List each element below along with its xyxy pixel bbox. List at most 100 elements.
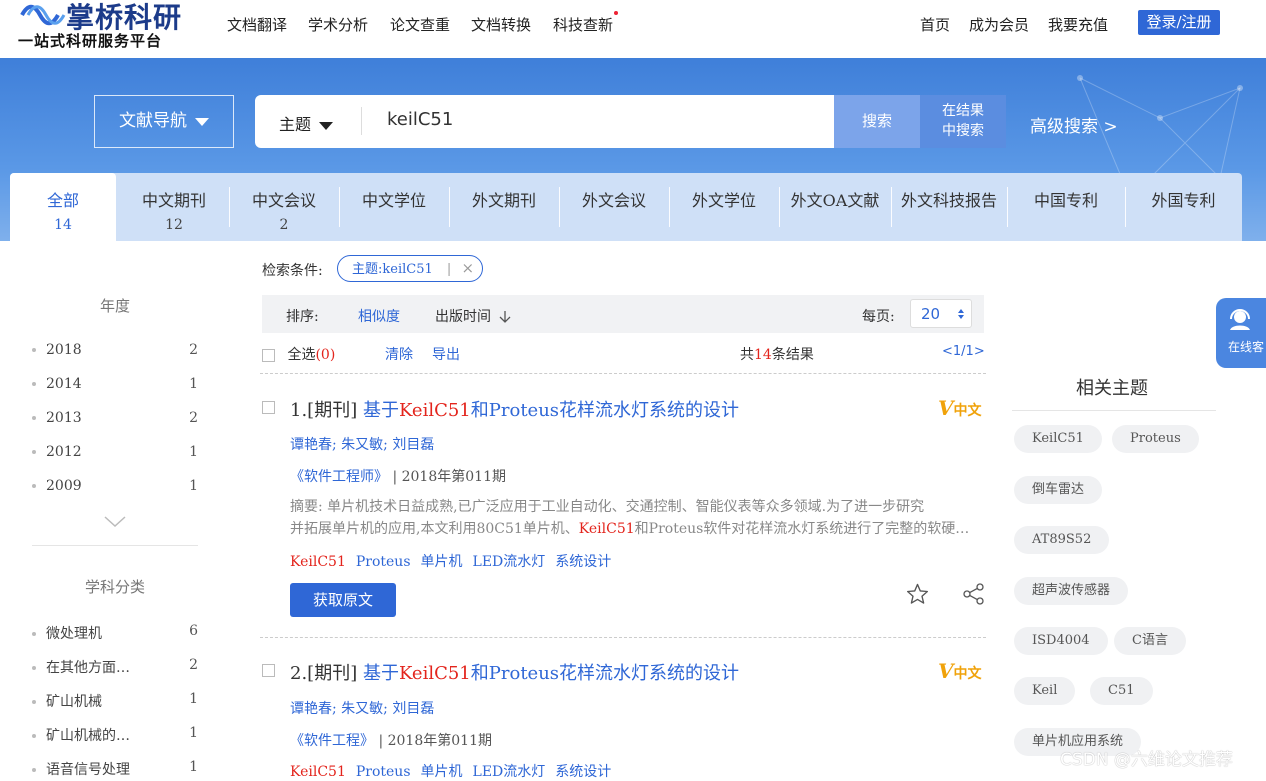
sort-by-relevance[interactable]: 相似度 bbox=[358, 306, 400, 326]
keyword-link[interactable]: 单片机 bbox=[421, 554, 463, 570]
close-icon[interactable]: × bbox=[461, 259, 474, 277]
related-tag[interactable]: Proteus bbox=[1112, 425, 1199, 453]
subject-filter-item[interactable]: 矿山机械的… 1 bbox=[32, 725, 202, 745]
subject-filter-item[interactable]: 语音信号处理 1 bbox=[32, 759, 202, 779]
tab-label: 中国专利 bbox=[1033, 191, 1098, 210]
caret-down-icon bbox=[319, 121, 334, 130]
clear-button[interactable]: 清除 bbox=[385, 344, 413, 364]
year-label: 2009 bbox=[46, 478, 82, 494]
bullet-icon bbox=[32, 632, 36, 636]
year-filter-item[interactable]: 2009 1 bbox=[32, 478, 202, 494]
get-fulltext-button[interactable]: 获取原文 bbox=[290, 583, 396, 617]
year-filter-item[interactable]: 2018 2 bbox=[32, 342, 202, 358]
tab-label: 外文会议 bbox=[581, 191, 646, 210]
tab-foreign-tech-report[interactable]: 外文科技报告 bbox=[891, 173, 1007, 241]
related-tag[interactable]: Keil bbox=[1014, 677, 1076, 705]
subject-filter-item[interactable]: 微处理机 6 bbox=[32, 623, 202, 643]
nav-novelty-search[interactable]: 科技查新 bbox=[553, 14, 613, 35]
related-tag[interactable]: C语言 bbox=[1114, 627, 1186, 655]
subject-heading: 学科分类 bbox=[85, 578, 146, 596]
keyword-link[interactable]: Proteus bbox=[356, 764, 411, 780]
sort-by-pubdate-label: 出版时间 bbox=[435, 309, 491, 325]
keyword-link[interactable]: 系统设计 bbox=[555, 554, 611, 570]
tab-all[interactable]: 全部 14 bbox=[10, 173, 116, 241]
keyword-link[interactable]: LED流水灯 bbox=[473, 554, 546, 570]
year-filter-item[interactable]: 2012 1 bbox=[32, 444, 202, 460]
keyword-link[interactable]: LED流水灯 bbox=[473, 764, 546, 780]
nav-doc-translate[interactable]: 文档翻译 bbox=[227, 14, 287, 35]
star-icon[interactable] bbox=[906, 583, 929, 605]
tab-foreign-oa[interactable]: 外文OA文献 bbox=[779, 173, 891, 241]
sidebar-divider bbox=[32, 545, 198, 546]
select-all[interactable]: 全选(0) bbox=[262, 344, 335, 364]
tab-foreign-patent[interactable]: 外国专利 bbox=[1125, 173, 1242, 241]
keyword-link[interactable]: 单片机 bbox=[421, 764, 463, 780]
result-checkbox[interactable] bbox=[262, 401, 275, 414]
online-service-button[interactable]: 在线客 bbox=[1216, 298, 1266, 368]
result-issue: | 2018年第011期 bbox=[378, 733, 492, 749]
result-journal[interactable]: 《软件工程》 bbox=[290, 733, 374, 749]
subject-count: 1 bbox=[189, 691, 198, 707]
tab-cn-degree[interactable]: 中文学位 bbox=[339, 173, 449, 241]
sort-by-pubdate[interactable]: 出版时间 bbox=[435, 306, 511, 326]
result-authors[interactable]: 谭艳春; 朱又敏; 刘目磊 bbox=[290, 698, 434, 718]
pager[interactable]: <1/1> bbox=[942, 344, 985, 359]
related-tag[interactable]: ISD4004 bbox=[1014, 627, 1108, 655]
tab-cn-conference[interactable]: 中文会议 2 bbox=[229, 173, 339, 241]
subject-filter-item[interactable]: 矿山机械 1 bbox=[32, 691, 202, 711]
export-button[interactable]: 导出 bbox=[432, 344, 460, 364]
result-authors[interactable]: 谭艳春; 朱又敏; 刘目磊 bbox=[290, 434, 434, 454]
search-input[interactable] bbox=[387, 109, 807, 130]
result-divider bbox=[260, 637, 986, 638]
new-dot-badge bbox=[614, 11, 618, 15]
result-divider bbox=[260, 373, 986, 374]
nav-recharge[interactable]: 我要充值 bbox=[1048, 14, 1108, 35]
keyword-link[interactable]: Proteus bbox=[356, 554, 411, 570]
per-page-select[interactable]: 20 bbox=[910, 299, 972, 328]
literature-nav-label: 文献导航 bbox=[119, 111, 187, 131]
nav-doc-convert[interactable]: 文档转换 bbox=[471, 14, 531, 35]
nav-academic-analysis[interactable]: 学术分析 bbox=[308, 14, 368, 35]
keyword-link[interactable]: 系统设计 bbox=[555, 764, 611, 780]
tab-foreign-degree[interactable]: 外文学位 bbox=[669, 173, 779, 241]
result-index: 1.[期刊] bbox=[290, 400, 358, 421]
related-tag[interactable]: 超声波传感器 bbox=[1014, 577, 1129, 605]
subject-label: 微处理机 bbox=[46, 626, 102, 642]
year-count: 1 bbox=[189, 444, 198, 460]
tab-foreign-conference[interactable]: 外文会议 bbox=[559, 173, 669, 241]
year-filter-item[interactable]: 2014 1 bbox=[32, 376, 202, 392]
tab-cn-patent[interactable]: 中国专利 bbox=[1007, 173, 1125, 241]
search-button[interactable]: 搜索 bbox=[834, 95, 920, 148]
search-scope-select[interactable]: 主题 bbox=[279, 111, 334, 135]
keyword-link[interactable]: KeilC51 bbox=[290, 764, 346, 780]
nav-membership[interactable]: 成为会员 bbox=[969, 14, 1029, 35]
nav-plagiarism-check[interactable]: 论文查重 bbox=[390, 14, 450, 35]
subject-count: 2 bbox=[189, 657, 198, 673]
tab-cn-journal[interactable]: 中文期刊 12 bbox=[119, 173, 229, 241]
stepper-icon bbox=[958, 309, 964, 319]
condition-chip[interactable]: 主题:keilC51 | × bbox=[337, 255, 483, 282]
search-within-results-button[interactable]: 在结果 中搜索 bbox=[920, 95, 1006, 148]
result-title[interactable]: 1.[期刊] 基于KeilC51和Proteus花样流水灯系统的设计 bbox=[290, 396, 739, 422]
subject-filter-item[interactable]: 在其他方面… 2 bbox=[32, 657, 202, 677]
related-tag[interactable]: C51 bbox=[1090, 677, 1153, 705]
login-register-button[interactable]: 登录/注册 bbox=[1138, 10, 1220, 35]
keyword-link[interactable]: KeilC51 bbox=[290, 554, 346, 570]
result-title[interactable]: 2.[期刊] 基于KeilC51和Proteus花样流水灯系统的设计 bbox=[290, 659, 739, 685]
result-index: 2.[期刊] bbox=[290, 663, 358, 684]
arrow-down-icon bbox=[499, 311, 511, 323]
related-tag[interactable]: 倒车雷达 bbox=[1014, 476, 1103, 504]
related-tag[interactable]: KeilC51 bbox=[1014, 425, 1102, 453]
select-all-checkbox[interactable] bbox=[262, 348, 275, 362]
share-icon[interactable] bbox=[962, 583, 986, 605]
advanced-search-link[interactable]: 高级搜索 > bbox=[1030, 112, 1118, 137]
expand-chevron-icon[interactable] bbox=[104, 516, 126, 528]
literature-nav-select[interactable]: 文献导航 bbox=[94, 95, 234, 148]
tab-foreign-journal[interactable]: 外文期刊 bbox=[449, 173, 559, 241]
tab-label: 全部 bbox=[46, 191, 79, 210]
result-checkbox[interactable] bbox=[262, 664, 275, 677]
nav-home[interactable]: 首页 bbox=[920, 14, 950, 35]
year-filter-item[interactable]: 2013 2 bbox=[32, 410, 202, 426]
result-journal[interactable]: 《软件工程师》 bbox=[290, 469, 388, 485]
related-tag[interactable]: AT89S52 bbox=[1014, 526, 1110, 554]
